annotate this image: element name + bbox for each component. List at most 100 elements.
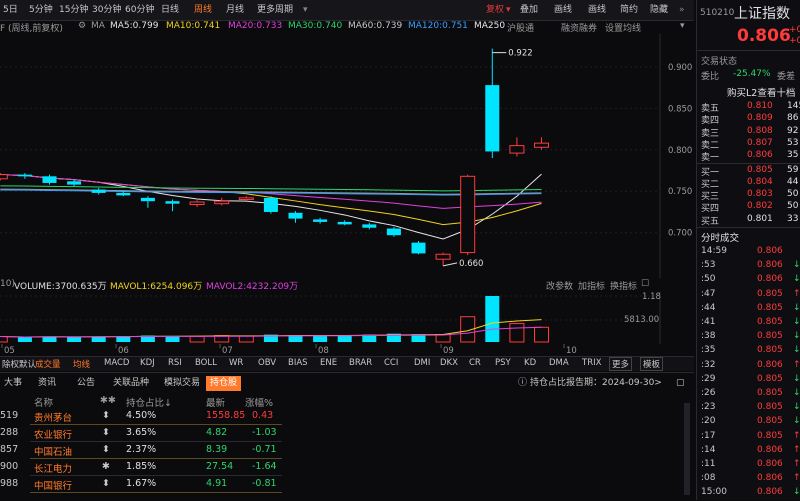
volume-bar: [17, 337, 32, 342]
table-row[interactable]: 519 贵州茅台 ⬍ 4.50% 1558.85 0.43: [0, 410, 680, 426]
candle[interactable]: [337, 220, 352, 226]
indicator-10[interactable]: ENE: [320, 358, 337, 368]
indicator-16[interactable]: PSY: [495, 358, 511, 368]
candle[interactable]: [288, 211, 303, 223]
candle[interactable]: [263, 196, 278, 214]
volume-label: VOLUME:3700.635万: [14, 282, 107, 292]
indicator-15[interactable]: CR: [469, 358, 481, 368]
chevron-down-icon[interactable]: ▾: [680, 21, 685, 31]
tab-events[interactable]: 大事: [4, 376, 22, 391]
kline-chart[interactable]: 0.900 0.850 0.800 0.750 0.700 0.922 0.660: [0, 34, 694, 278]
tab-news[interactable]: 资讯: [38, 376, 56, 391]
link-edit-params[interactable]: 改参数: [546, 279, 573, 292]
link-margin[interactable]: 融资融券: [561, 21, 597, 34]
period-5min[interactable]: 5分钟: [26, 3, 56, 17]
table-row[interactable]: 857 中国石油 ⬍ 2.37% 8.39 -0.71: [0, 444, 680, 460]
draw-button[interactable]: 画线: [585, 3, 609, 17]
candle[interactable]: [238, 196, 254, 201]
quote-code: 510210: [700, 8, 735, 18]
indicator-7[interactable]: WR: [229, 358, 243, 368]
indicator-8[interactable]: OBV: [258, 358, 276, 368]
indicator-4[interactable]: KDJ: [140, 358, 155, 368]
indicator-3[interactable]: MACD: [104, 358, 129, 368]
link-add-indicator[interactable]: 加指标: [578, 279, 605, 292]
indicator-18[interactable]: DMA: [549, 358, 569, 368]
period-5day[interactable]: 5日: [0, 3, 21, 17]
indicator-6[interactable]: BOLL: [195, 358, 217, 368]
x-tick-label: 06: [118, 346, 129, 356]
period-day[interactable]: 日线: [158, 3, 182, 17]
chevron-down-icon[interactable]: ▾: [503, 3, 514, 17]
candle[interactable]: [534, 137, 549, 150]
indicator-12[interactable]: CCI: [384, 358, 398, 368]
order-label: 买四: [701, 204, 720, 215]
candle[interactable]: [140, 196, 155, 208]
indicator-20[interactable]: 更多: [609, 357, 633, 371]
candle[interactable]: [386, 226, 401, 237]
indicator-5[interactable]: RSI: [168, 358, 182, 368]
candle[interactable]: [214, 197, 230, 206]
indicator-21[interactable]: 模板: [640, 357, 664, 371]
candle[interactable]: [435, 252, 451, 266]
col-pct[interactable]: 持仓占比↓: [126, 395, 172, 409]
scrollbar[interactable]: [684, 403, 690, 495]
candle[interactable]: [42, 174, 57, 185]
indicator-11[interactable]: BRAR: [349, 358, 372, 368]
tab-related[interactable]: 关联品种: [113, 376, 149, 391]
candle[interactable]: [509, 137, 525, 157]
period-week[interactable]: 周线: [191, 3, 215, 17]
indicator-19[interactable]: TRIX: [582, 358, 601, 368]
period-more[interactable]: 更多周期: [254, 3, 296, 17]
indicator-9[interactable]: BIAS: [288, 358, 308, 368]
close-icon[interactable]: ☐: [641, 279, 649, 289]
candle[interactable]: [411, 240, 426, 255]
candle[interactable]: [165, 199, 180, 212]
link-set-ma[interactable]: 设置均线: [605, 21, 641, 34]
overlay-button[interactable]: 叠加: [517, 3, 541, 17]
candle[interactable]: [91, 187, 106, 195]
holding-name: 中国石油: [34, 447, 73, 458]
holding-code: 988: [0, 478, 19, 489]
candle[interactable]: [485, 48, 500, 159]
table-row[interactable]: 988 中国银行 ⬍ 1.67% 4.91 -0.81: [0, 478, 680, 494]
chevron-down-icon[interactable]: ▾: [300, 3, 311, 17]
indicator-1[interactable]: 成交量: [35, 358, 61, 370]
col-sort-icon[interactable]: ✱✱: [100, 395, 116, 406]
chevron-right-icon[interactable]: »: [676, 3, 688, 17]
candle[interactable]: [362, 222, 377, 230]
tab-holdings[interactable]: 持仓股: [206, 376, 242, 391]
tab-announcements[interactable]: 公告: [77, 376, 95, 391]
volume-chart[interactable]: 1.18 5813.00: [0, 292, 694, 344]
indicator-2[interactable]: 均线: [73, 358, 90, 370]
simple-button[interactable]: 简约: [617, 3, 641, 17]
l2-link[interactable]: 购买L2查看十档: [727, 85, 795, 99]
indicator-14[interactable]: DKX: [440, 358, 458, 368]
tab-sim-trade[interactable]: 模拟交易: [164, 376, 200, 391]
y-tick-label: 0.900: [668, 63, 692, 73]
candle[interactable]: [189, 200, 205, 207]
x-tick-label: 05: [4, 346, 15, 356]
candle[interactable]: [313, 217, 328, 224]
candle[interactable]: [460, 174, 476, 256]
table-row[interactable]: 900 长江电力 ✱ 1.85% 27.54 -1.64: [0, 461, 680, 477]
table-row[interactable]: 288 农业银行 ⬍ 3.65% 4.82 -1.03: [0, 427, 680, 443]
candle[interactable]: [17, 172, 32, 179]
holding-price: 4.82: [206, 427, 228, 438]
collapse-icon[interactable]: ▢: [676, 376, 685, 391]
hide-button[interactable]: 隐藏: [647, 3, 671, 17]
period-30min[interactable]: 30分钟: [89, 3, 124, 17]
link-hugutong[interactable]: 沪股通: [505, 21, 535, 34]
tick-price: 0.805: [757, 416, 783, 427]
draw-line-button[interactable]: 画线: [551, 3, 575, 17]
holdings-report-date[interactable]: 持仓占比报告期：2024-09-30>: [530, 376, 662, 391]
tick-time: :41: [701, 317, 716, 327]
indicator-13[interactable]: DMI: [414, 358, 430, 368]
period-60min[interactable]: 60分钟: [122, 3, 157, 17]
indicator-17[interactable]: KD: [524, 358, 536, 368]
gear-icon[interactable]: ⚙: [78, 21, 86, 31]
candle[interactable]: [0, 172, 8, 181]
indicator-0[interactable]: 除权默认: [2, 358, 36, 370]
period-15min[interactable]: 15分钟: [56, 3, 91, 17]
link-change-indicator[interactable]: 换指标: [610, 279, 637, 292]
period-month[interactable]: 月线: [223, 3, 247, 17]
